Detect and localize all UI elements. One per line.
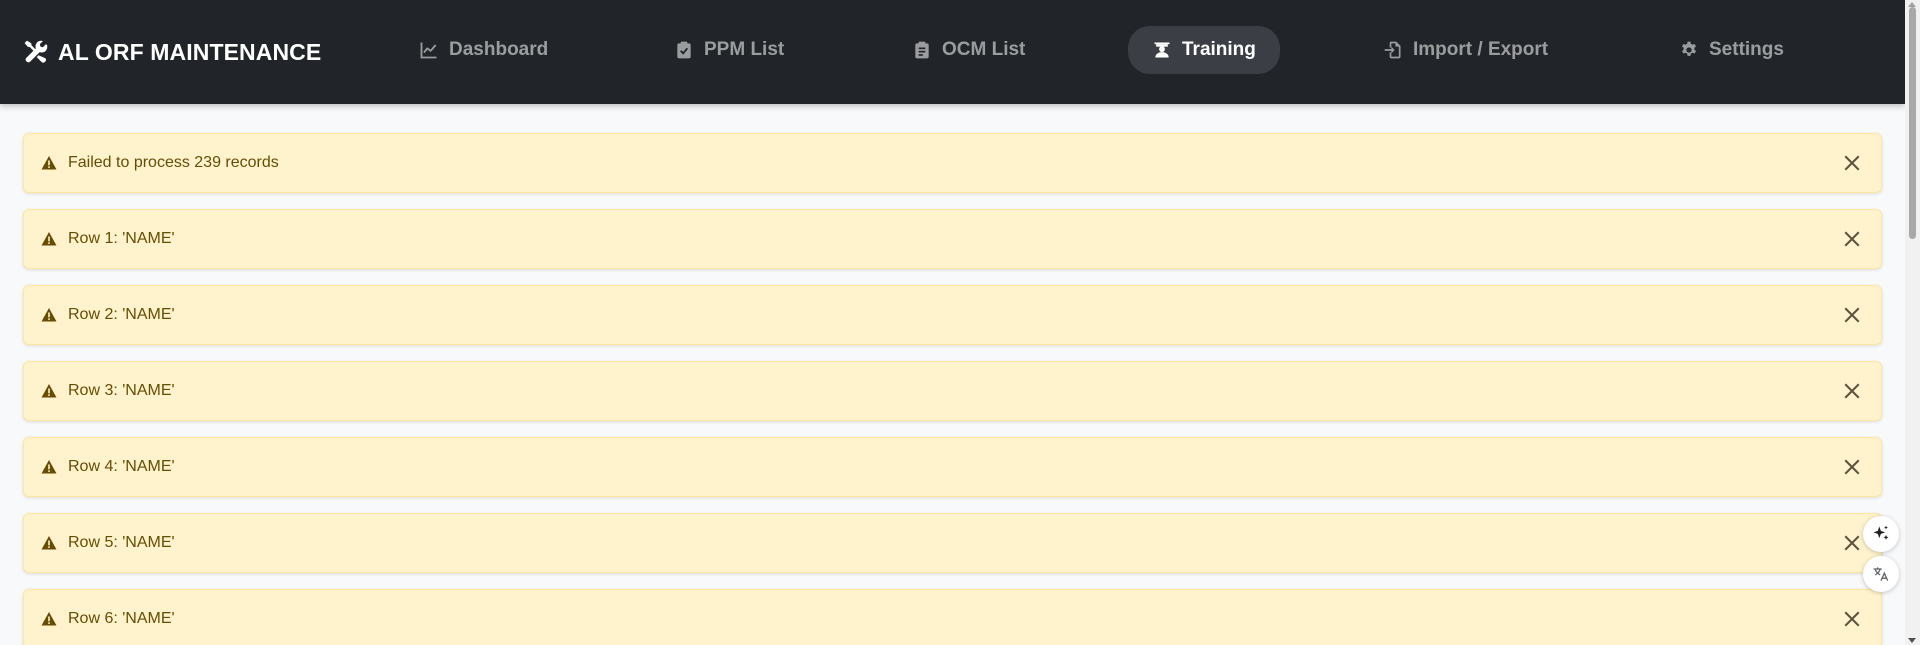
top-navbar: AL ORF MAINTENANCE Dashboard PPM List OC… (0, 0, 1905, 104)
close-icon[interactable] (1841, 228, 1863, 250)
gear-icon (1682, 41, 1696, 56)
tools-icon (24, 40, 48, 63)
nav-import-export-label: Import / Export (1413, 39, 1549, 60)
file-import-icon (1384, 41, 1401, 59)
alert-message: Row 3: 'NAME' (68, 382, 175, 399)
alert-message: Row 6: 'NAME' (68, 610, 175, 627)
alert-message: Row 2: 'NAME' (68, 306, 175, 323)
alert-message: Row 4: 'NAME' (68, 458, 175, 475)
warning-icon (41, 156, 57, 170)
alert-warning: Row 5: 'NAME' (23, 513, 1882, 573)
close-icon[interactable] (1841, 304, 1863, 326)
close-icon[interactable] (1841, 152, 1863, 174)
alert-warning: Row 1: 'NAME' (23, 209, 1882, 269)
page-scrollbar[interactable] (1905, 0, 1920, 645)
warning-icon (41, 460, 57, 474)
ai-assistant-button[interactable] (1863, 516, 1899, 552)
brand-link[interactable]: AL ORF MAINTENANCE (22, 36, 321, 68)
chart-line-icon (420, 42, 437, 59)
close-icon[interactable] (1841, 608, 1863, 630)
close-icon[interactable] (1841, 456, 1863, 478)
alert-message: Row 1: 'NAME' (68, 230, 175, 247)
close-icon[interactable] (1841, 380, 1863, 402)
nav-ppm-label: PPM List (704, 39, 785, 60)
close-icon[interactable] (1841, 532, 1863, 554)
nav-training-label: Training (1182, 39, 1256, 60)
scrollbar-thumb[interactable] (1909, 7, 1916, 239)
alert-message: Row 5: 'NAME' (68, 534, 175, 551)
clipboard-check-icon (677, 41, 691, 59)
nav-training[interactable]: Training (1128, 26, 1280, 74)
alert-warning: Row 3: 'NAME' (23, 361, 1882, 421)
warning-icon (41, 308, 57, 322)
alert-warning: Row 2: 'NAME' (23, 285, 1882, 345)
sparkle-icon (1873, 525, 1889, 540)
nav-dashboard[interactable]: Dashboard (419, 26, 548, 74)
nav-settings-label: Settings (1709, 39, 1784, 60)
warning-icon (41, 612, 57, 626)
scroll-down-arrow[interactable] (1908, 638, 1916, 643)
translate-button[interactable] (1863, 556, 1899, 592)
nav-dashboard-label: Dashboard (449, 39, 549, 60)
alert-message: Failed to process 239 records (68, 154, 279, 171)
warning-icon (41, 384, 57, 398)
nav-ocm-list[interactable]: OCM List (912, 26, 1025, 74)
alert-warning: Row 6: 'NAME' (23, 589, 1882, 645)
graduation-icon (1154, 42, 1170, 58)
clipboard-list-icon (915, 41, 929, 59)
alerts-container: Failed to process 239 records Row 1: 'NA… (23, 133, 1882, 645)
warning-icon (41, 232, 57, 246)
alert-warning: Row 4: 'NAME' (23, 437, 1882, 497)
nav-ocm-label: OCM List (942, 39, 1026, 60)
translate-icon (1873, 567, 1889, 581)
warning-icon (41, 536, 57, 550)
nav-settings[interactable]: Settings (1679, 26, 1784, 74)
alert-warning: Failed to process 239 records (23, 133, 1882, 193)
brand-title: AL ORF MAINTENANCE (58, 38, 322, 65)
nav-ppm-list[interactable]: PPM List (674, 26, 784, 74)
nav-import-export[interactable]: Import / Export (1383, 26, 1548, 74)
